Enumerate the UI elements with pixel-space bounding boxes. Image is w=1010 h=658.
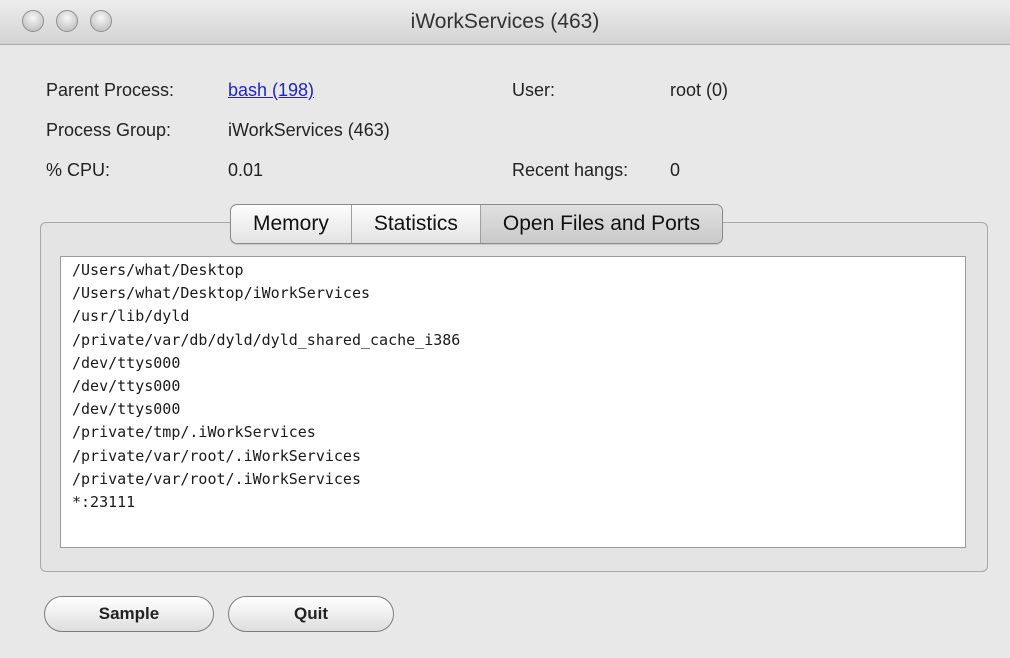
list-item[interactable]: /private/var/root/.iWorkServices <box>72 468 954 491</box>
window-title: iWorkServices (463) <box>410 10 600 33</box>
cpu-value: 0.01 <box>228 160 264 180</box>
open-files-list[interactable]: /Users/what/Desktop /Users/what/Desktop/… <box>60 256 966 548</box>
quit-button[interactable]: Quit <box>228 596 394 632</box>
list-item[interactable]: /dev/ttys000 <box>72 375 954 398</box>
cpu-label: % CPU: <box>46 160 111 180</box>
parent-process-label: Parent Process: <box>46 80 175 100</box>
list-item[interactable]: /Users/what/Desktop <box>72 259 954 282</box>
process-group-value: iWorkServices (463) <box>228 120 390 140</box>
title-bar[interactable]: iWorkServices (463) <box>0 0 1010 45</box>
list-item[interactable]: *:23111 <box>72 491 954 514</box>
sample-button[interactable]: Sample <box>44 596 214 632</box>
list-item[interactable]: /private/tmp/.iWorkServices <box>72 421 954 444</box>
process-group-label: Process Group: <box>46 120 172 140</box>
user-label: User: <box>512 80 556 100</box>
list-item[interactable]: /dev/ttys000 <box>72 352 954 375</box>
recent-hangs-label: Recent hangs: <box>512 160 629 180</box>
user-value: root (0) <box>670 80 729 100</box>
tab-statistics[interactable]: Statistics <box>352 205 481 243</box>
list-item[interactable]: /usr/lib/dyld <box>72 305 954 328</box>
recent-hangs-value: 0 <box>670 160 681 180</box>
list-item[interactable]: /dev/ttys000 <box>72 398 954 421</box>
list-item[interactable]: /private/var/root/.iWorkServices <box>72 445 954 468</box>
tab-open-files-and-ports[interactable]: Open Files and Ports <box>480 205 723 243</box>
list-item[interactable]: /Users/what/Desktop/iWorkServices <box>72 282 954 305</box>
parent-process-link[interactable]: bash (198) <box>228 80 314 101</box>
process-inspector-window: iWorkServices (463) Parent Process: bash… <box>0 0 1010 658</box>
tab-memory[interactable]: Memory <box>231 205 352 243</box>
tab-bar: Memory Statistics Open Files and Ports <box>230 204 724 244</box>
list-item[interactable]: /private/var/db/dyld/dyld_shared_cache_i… <box>72 329 954 352</box>
